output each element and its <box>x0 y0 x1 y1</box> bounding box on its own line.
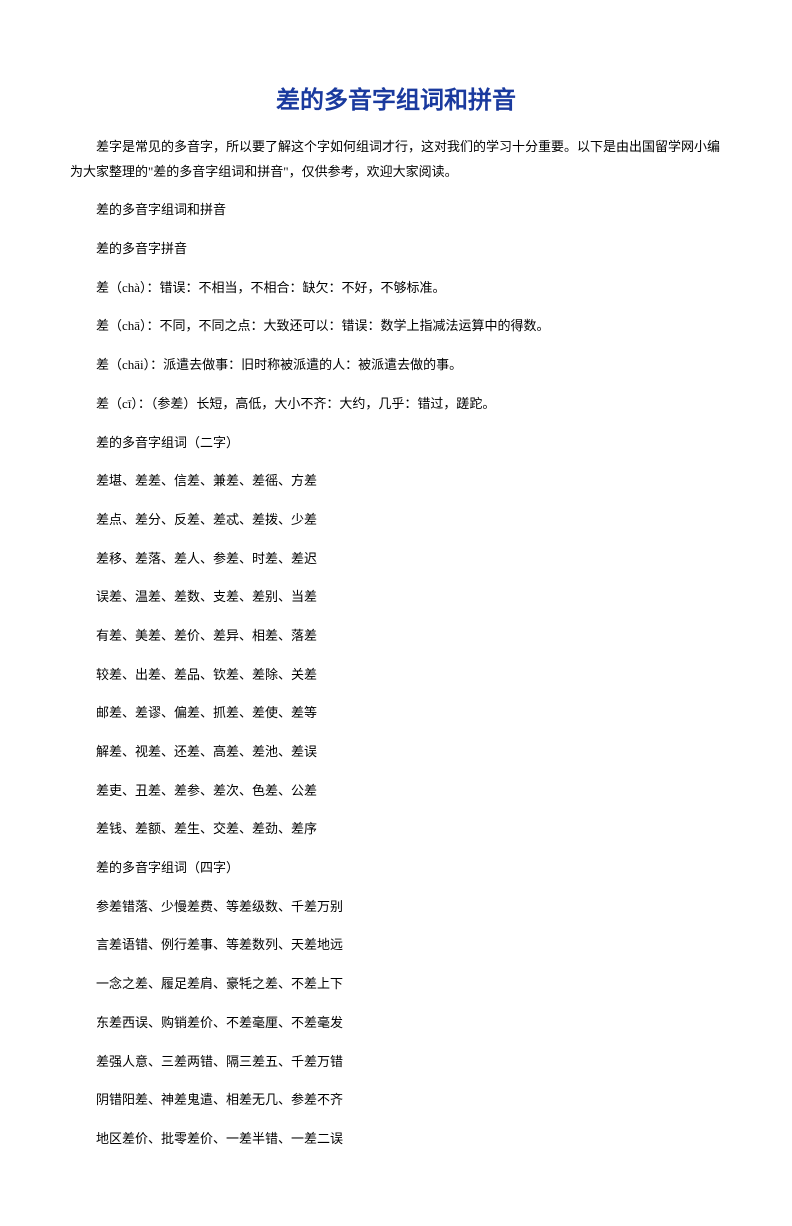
content-line: 参差错落、少慢差费、等差级数、千差万别 <box>70 895 722 920</box>
content-line: 差的多音字拼音 <box>70 237 722 262</box>
content-line: 较差、出差、差品、钦差、差除、关差 <box>70 663 722 688</box>
content-line: 言差语错、例行差事、等差数列、天差地远 <box>70 933 722 958</box>
content-line: 东差西误、购销差价、不差毫厘、不差毫发 <box>70 1011 722 1036</box>
content-line: 差钱、差额、差生、交差、差劲、差序 <box>70 817 722 842</box>
content-line: 一念之差、履足差肩、豪牦之差、不差上下 <box>70 972 722 997</box>
content-line: 解差、视差、还差、高差、差池、差误 <box>70 740 722 765</box>
content-line: 有差、美差、差价、差异、相差、落差 <box>70 624 722 649</box>
content-lines: 差的多音字组词和拼音差的多音字拼音差（chà）：错误：不相当，不相合：缺欠：不好… <box>70 198 722 1151</box>
content-line: 差移、差落、差人、参差、时差、差迟 <box>70 547 722 572</box>
content-line: 邮差、差谬、偏差、抓差、差使、差等 <box>70 701 722 726</box>
content-line: 阴错阳差、神差鬼遣、相差无几、参差不齐 <box>70 1088 722 1113</box>
content-line: 差的多音字组词和拼音 <box>70 198 722 223</box>
content-line: 差（chā）：不同，不同之点：大致还可以：错误：数学上指减法运算中的得数。 <box>70 314 722 339</box>
content-line: 差堪、差差、信差、兼差、差徭、方差 <box>70 469 722 494</box>
content-line: 地区差价、批零差价、一差半错、一差二误 <box>70 1127 722 1152</box>
content-line: 差（chà）：错误：不相当，不相合：缺欠：不好，不够标准。 <box>70 276 722 301</box>
content-line: 差的多音字组词（二字） <box>70 431 722 456</box>
content-line: 差吏、丑差、差参、差次、色差、公差 <box>70 779 722 804</box>
content-line: 误差、温差、差数、支差、差别、当差 <box>70 585 722 610</box>
document-title: 差的多音字组词和拼音 <box>70 80 722 115</box>
content-line: 差（chāi）：派遣去做事：旧时称被派遣的人：被派遣去做的事。 <box>70 353 722 378</box>
content-line: 差（cī）：（参差）长短，高低，大小不齐：大约，几乎：错过，蹉跎。 <box>70 392 722 417</box>
intro-paragraph: 差字是常见的多音字，所以要了解这个字如何组词才行，这对我们的学习十分重要。以下是… <box>70 135 722 184</box>
content-line: 差点、差分、反差、差忒、差拨、少差 <box>70 508 722 533</box>
content-line: 差强人意、三差两错、隔三差五、千差万错 <box>70 1050 722 1075</box>
content-line: 差的多音字组词（四字） <box>70 856 722 881</box>
